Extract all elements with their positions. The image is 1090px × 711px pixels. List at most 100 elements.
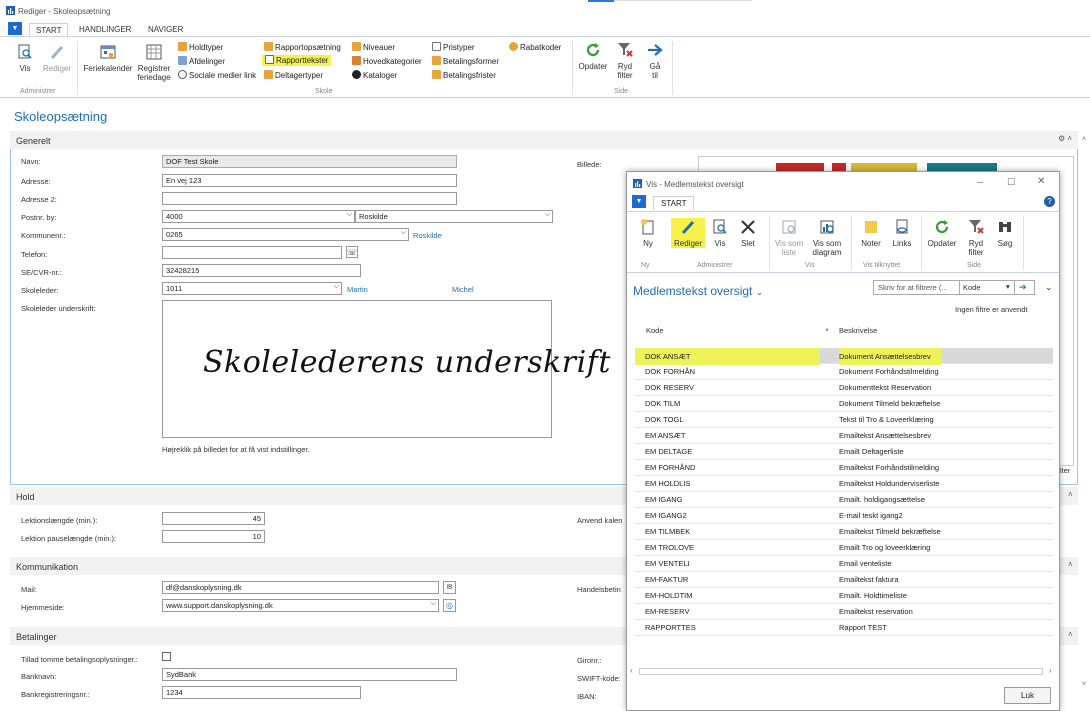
- table-row[interactable]: DOK TOGL Tekst til Tro & Loveerklæring: [635, 412, 1053, 428]
- slet-button[interactable]: Slet: [737, 218, 759, 248]
- page-scrollbar[interactable]: ˄ ˅: [1080, 131, 1090, 701]
- chevron-down-icon[interactable]: ▾: [1006, 282, 1010, 291]
- cvr-field[interactable]: 32428215: [162, 264, 361, 277]
- postnr-field[interactable]: 4000 ⌵: [162, 210, 355, 223]
- table-row[interactable]: DOK ANSÆT Dokument Ansættelsesbrev: [635, 348, 1053, 365]
- tab-naviger[interactable]: NAVIGER: [142, 23, 189, 36]
- hovedkategorier-link[interactable]: Hovedkategorier: [352, 56, 422, 67]
- scroll-left-icon[interactable]: ‹: [630, 666, 633, 675]
- opdater-button[interactable]: Opdater: [576, 41, 610, 71]
- filter-field-select[interactable]: Kode: [963, 283, 981, 292]
- pristyper-link[interactable]: Pristyper: [432, 42, 475, 53]
- scroll-up-icon[interactable]: ˄: [1082, 136, 1086, 143]
- ryd-filter-button[interactable]: Ryd filter: [612, 41, 638, 80]
- navn-field[interactable]: DOF Test Skole: [162, 155, 457, 168]
- chevron-down-icon[interactable]: ⌄: [756, 287, 764, 297]
- skoleleder-fornavn-link[interactable]: Martin: [347, 285, 368, 294]
- collapse-icon[interactable]: ˄: [1068, 630, 1073, 639]
- table-row[interactable]: EM IGANG2 E-mail teskt igang2: [635, 508, 1053, 524]
- by-field[interactable]: Roskilde ⌵: [355, 210, 553, 223]
- telefon-field[interactable]: [162, 246, 342, 259]
- table-row[interactable]: RAPPORTTES Rapport TEST: [635, 620, 1053, 636]
- skoleleder-field[interactable]: 1011 ⌵: [162, 282, 342, 295]
- chevron-down-icon[interactable]: ⌵: [401, 229, 406, 237]
- links-button[interactable]: Links: [889, 218, 915, 248]
- table-row[interactable]: DOK FORHÅN Dokument Forhåndstilmelding: [635, 364, 1053, 380]
- scroll-down-icon[interactable]: ˅: [1082, 681, 1086, 688]
- afdelinger-link[interactable]: Afdelinger: [178, 56, 225, 67]
- vis-button[interactable]: Vis: [12, 43, 38, 73]
- vis-som-liste-button[interactable]: Vis som liste: [773, 218, 805, 257]
- table-row[interactable]: EM TILMBEK Emailtekst Tilmeld bekræftelse: [635, 524, 1053, 540]
- kommunenr-field[interactable]: 0265 ⌵: [162, 228, 409, 241]
- globe-icon[interactable]: ◎: [443, 599, 456, 612]
- banknavn-field[interactable]: SydBank: [162, 668, 457, 681]
- scrollbar-track[interactable]: [639, 668, 1043, 675]
- arrow-right-icon[interactable]: ➔: [1019, 282, 1027, 293]
- ny-button[interactable]: Ny: [635, 218, 661, 248]
- noter-button[interactable]: Noter: [857, 218, 885, 248]
- minimize-icon[interactable]: ─: [977, 177, 983, 187]
- collapse-icon[interactable]: ˄: [1068, 490, 1073, 499]
- adresse2-field[interactable]: [162, 192, 457, 205]
- table-row[interactable]: DOK TILM Dokument Tilmeld bekræftelse: [635, 396, 1053, 412]
- table-row[interactable]: EM ANSÆT Emailtekst Ansættelsesbrev: [635, 428, 1053, 444]
- deltagertyper-link[interactable]: Deltagertyper: [264, 70, 323, 81]
- bankreg-field[interactable]: 1234: [162, 686, 361, 699]
- soeg-button[interactable]: Søg: [993, 218, 1017, 248]
- column-header-kode[interactable]: Kode: [646, 326, 664, 335]
- adresse-field[interactable]: En vej 123: [162, 174, 457, 187]
- betalingsformer-link[interactable]: Betalingsformer: [432, 56, 499, 67]
- dialog-vis-button[interactable]: Vis: [709, 218, 731, 248]
- dialog-rediger-button[interactable]: Rediger: [671, 218, 705, 248]
- table-row[interactable]: EM-HOLDTIM Emailt. Holdtimeliste: [635, 588, 1053, 604]
- collapse-icon[interactable]: ˄: [1068, 560, 1073, 569]
- generelt-header[interactable]: Generelt: [10, 131, 1078, 149]
- holdtyper-link[interactable]: Holdtyper: [178, 42, 223, 53]
- luk-button[interactable]: Luk: [1004, 687, 1051, 704]
- table-row[interactable]: EM-FAKTUR Emailtekst faktura: [635, 572, 1053, 588]
- pause-field[interactable]: 10: [162, 530, 265, 543]
- betalingsfrister-link[interactable]: Betalingsfrister: [432, 70, 496, 81]
- table-row[interactable]: EM DELTAGE Emailt Deltagerliste: [635, 444, 1053, 460]
- skoleleder-efternavn-link[interactable]: Michel: [452, 285, 474, 294]
- niveauer-link[interactable]: Niveauer: [352, 42, 395, 53]
- list-title[interactable]: Medlemstekst oversigt ⌄: [633, 284, 763, 298]
- section-settings-icon[interactable]: ⚙ ˄: [1058, 134, 1072, 143]
- tillad-checkbox[interactable]: [162, 652, 171, 661]
- kataloger-link[interactable]: Kataloger: [352, 70, 397, 81]
- hjemmeside-field[interactable]: www.support.danskoplysning.dk ⌵: [162, 599, 439, 612]
- table-row[interactable]: EM-RESERV Emailtekst reservation: [635, 604, 1053, 620]
- sociale-medier-link[interactable]: Sociale medier link: [178, 70, 256, 81]
- help-icon[interactable]: ?: [1044, 196, 1055, 207]
- dialog-opdater-button[interactable]: Opdater: [925, 218, 959, 248]
- table-row[interactable]: EM FORHÅND Emailtekst Forhåndstilmelding: [635, 460, 1053, 476]
- chevron-down-icon[interactable]: ⌵: [334, 283, 339, 291]
- chevron-down-icon[interactable]: ⌵: [431, 600, 436, 608]
- registrer-feriedage-button[interactable]: Registrer feriedage: [134, 43, 174, 82]
- dialog-tab-start[interactable]: START: [653, 196, 695, 211]
- chevron-down-icon[interactable]: ⌵: [347, 211, 352, 219]
- feriekalender-button[interactable]: Feriekalender: [82, 43, 134, 73]
- maximize-icon[interactable]: ☐: [1007, 177, 1015, 188]
- mail-send-icon[interactable]: ✉: [443, 581, 456, 594]
- rediger-button[interactable]: Rediger: [41, 43, 73, 73]
- table-row[interactable]: EM TROLOVE Emailt Tro og loveerklæring: [635, 540, 1053, 556]
- horizontal-scrollbar[interactable]: ‹ ›: [627, 666, 1059, 678]
- rapporttekster-link[interactable]: Rapporttekster: [262, 55, 332, 66]
- lektion-field[interactable]: 45: [162, 512, 265, 525]
- rabatkoder-link[interactable]: Rabatkoder: [509, 42, 561, 53]
- dialog-menu-button[interactable]: ▼: [632, 195, 646, 208]
- app-menu-button[interactable]: ▼: [8, 22, 22, 35]
- tab-handlinger[interactable]: HANDLINGER: [73, 23, 137, 36]
- table-row[interactable]: EM IGANG Emailt. holdigangsættelse: [635, 492, 1053, 508]
- mail-field[interactable]: df@danskoplysning.dk: [162, 581, 439, 594]
- filter-input[interactable]: Skriv for at filtrere (... Kode ▾ ➔: [873, 280, 1035, 295]
- kommune-link[interactable]: Roskilde: [413, 231, 442, 240]
- scroll-right-icon[interactable]: ›: [1049, 666, 1052, 675]
- vis-som-diagram-button[interactable]: Vis som diagram: [809, 218, 845, 257]
- expand-icon[interactable]: ⌄: [1045, 282, 1053, 293]
- gaa-til-button[interactable]: Gå til: [642, 41, 668, 80]
- chevron-down-icon[interactable]: ⌵: [545, 211, 550, 219]
- table-row[interactable]: DOK RESERV Dokumenttekst Reservation: [635, 380, 1053, 396]
